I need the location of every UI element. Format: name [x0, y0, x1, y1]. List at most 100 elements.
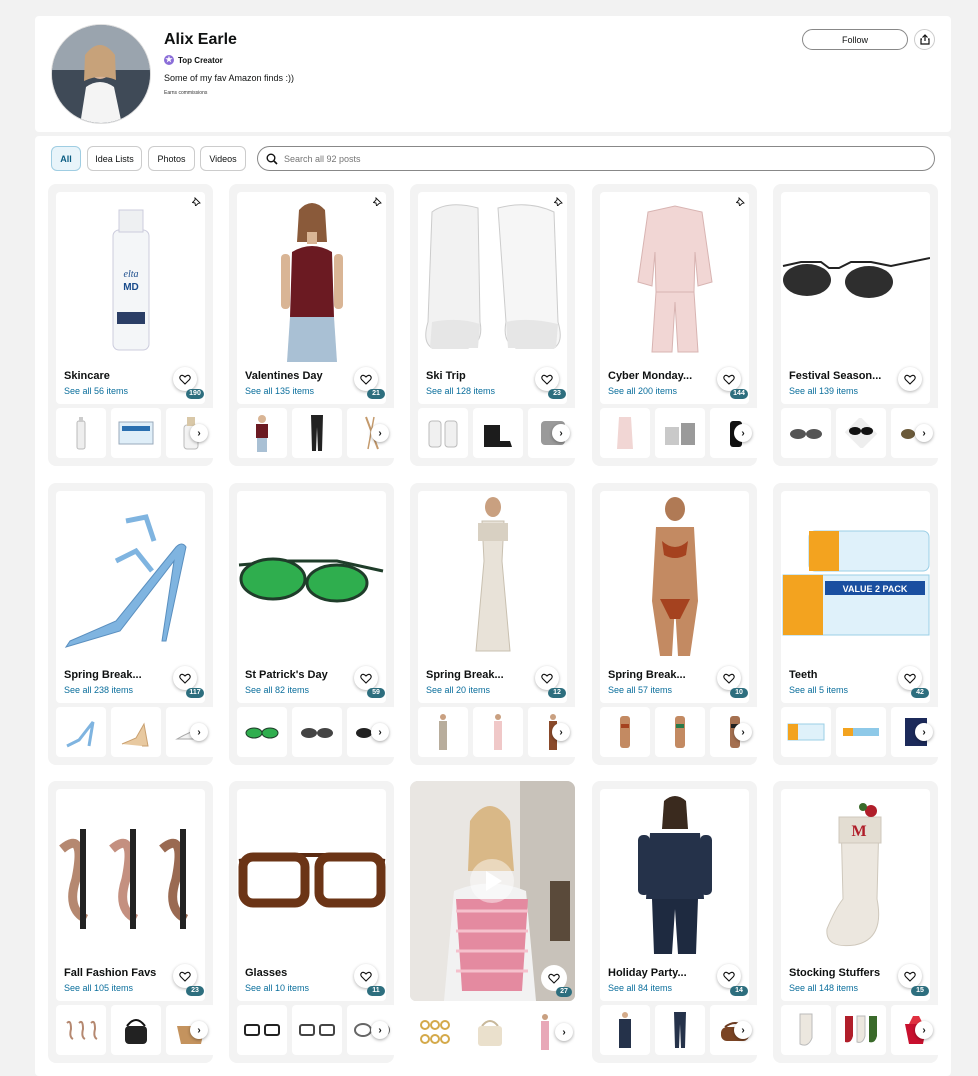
card-see-all-link[interactable]: See all 148 items [789, 983, 858, 993]
card-see-all-link[interactable]: See all 139 items [789, 386, 858, 396]
chevron-right-icon[interactable]: › [555, 1023, 573, 1041]
card-see-all-link[interactable]: See all 57 items [608, 685, 672, 695]
idea-list-card[interactable]: elta MD Skincare See all 56 items 190 › [48, 184, 213, 466]
idea-list-card[interactable]: Fall Fashion Favs See all 105 items 23 › [48, 781, 213, 1063]
idea-list-card[interactable]: St Patrick's Day See all 82 items 59 › [229, 483, 394, 765]
card-see-all-link[interactable]: See all 200 items [608, 386, 677, 396]
product-thumbnail[interactable] [600, 408, 650, 458]
idea-list-card[interactable]: Spring Break... See all 57 items 10 › [592, 483, 757, 765]
chevron-right-icon[interactable]: › [190, 723, 208, 741]
heart-icon[interactable] [173, 367, 197, 391]
card-see-all-link[interactable]: See all 105 items [64, 983, 133, 993]
product-thumbnail[interactable] [473, 408, 523, 458]
heart-icon[interactable] [173, 666, 197, 690]
chevron-right-icon[interactable]: › [371, 723, 389, 741]
product-thumbnail[interactable] [111, 1005, 161, 1055]
product-thumbnail[interactable] [781, 408, 831, 458]
product-thumbnail[interactable] [836, 707, 886, 757]
product-thumbnail[interactable] [111, 408, 161, 458]
chevron-right-icon[interactable]: › [915, 424, 933, 442]
idea-list-card[interactable]: Glasses See all 10 items 11 › [229, 781, 394, 1063]
heart-icon[interactable] [898, 964, 922, 988]
chevron-right-icon[interactable]: › [552, 723, 570, 741]
card-see-all-link[interactable]: See all 84 items [608, 983, 672, 993]
product-thumbnail[interactable] [292, 707, 342, 757]
search-input[interactable] [284, 153, 934, 164]
heart-icon[interactable] [535, 367, 559, 391]
product-thumbnail[interactable] [781, 1005, 831, 1055]
product-thumbnail[interactable] [836, 408, 886, 458]
heart-icon[interactable] [898, 367, 922, 391]
card-see-all-link[interactable]: See all 82 items [245, 685, 309, 695]
heart-icon[interactable] [535, 666, 559, 690]
product-thumbnail[interactable] [237, 707, 287, 757]
heart-icon[interactable] [354, 964, 378, 988]
product-thumbnail[interactable] [465, 1007, 515, 1057]
chevron-right-icon[interactable]: › [734, 1021, 752, 1039]
heart-icon[interactable] [898, 666, 922, 690]
product-thumbnail[interactable] [237, 1005, 287, 1055]
idea-list-card[interactable]: Valentines Day See all 135 items 21 › [229, 184, 394, 466]
product-thumbnail[interactable] [655, 408, 705, 458]
idea-list-card[interactable]: Cyber Monday... See all 200 items 144 › [592, 184, 757, 466]
card-see-all-link[interactable]: See all 5 items [789, 685, 848, 695]
product-thumbnail[interactable] [56, 707, 106, 757]
card-see-all-link[interactable]: See all 56 items [64, 386, 128, 396]
tab-videos[interactable]: Videos [200, 146, 246, 171]
chevron-right-icon[interactable]: › [371, 424, 389, 442]
product-thumbnail[interactable] [655, 707, 705, 757]
idea-list-card[interactable]: Ski Trip See all 128 items 23 › [410, 184, 575, 466]
heart-icon[interactable] [173, 964, 197, 988]
idea-list-card[interactable]: Festival Season... See all 139 items › [773, 184, 938, 466]
product-thumbnail[interactable] [600, 1005, 650, 1055]
idea-list-card[interactable]: VALUE 2 PACK Teeth See all 5 items 42 › [773, 483, 938, 765]
card-title: Fall Fashion Favs [64, 967, 157, 979]
chevron-right-icon[interactable]: › [734, 723, 752, 741]
chevron-right-icon[interactable]: › [915, 723, 933, 741]
tab-photos[interactable]: Photos [148, 146, 195, 171]
product-thumbnail[interactable] [56, 1005, 106, 1055]
chevron-right-icon[interactable]: › [371, 1021, 389, 1039]
product-thumbnail[interactable] [292, 408, 342, 458]
heart-icon[interactable] [354, 367, 378, 391]
tab-all[interactable]: All [51, 146, 81, 171]
product-thumbnail[interactable] [418, 707, 468, 757]
product-thumbnail[interactable] [836, 1005, 886, 1055]
product-thumbnail[interactable] [292, 1005, 342, 1055]
product-thumbnail[interactable] [56, 408, 106, 458]
product-thumbnail[interactable] [655, 1005, 705, 1055]
heart-icon[interactable] [717, 367, 741, 391]
card-see-all-link[interactable]: See all 128 items [426, 386, 495, 396]
video-post-card[interactable]: 27 › [410, 781, 575, 1063]
card-title: Spring Break... [64, 669, 142, 681]
search-bar[interactable] [257, 146, 935, 171]
earns-commissions-note: Earns commissions [164, 90, 208, 96]
chevron-right-icon[interactable]: › [190, 424, 208, 442]
chevron-right-icon[interactable]: › [734, 424, 752, 442]
product-thumbnail[interactable] [410, 1007, 460, 1057]
heart-icon[interactable] [354, 666, 378, 690]
share-button[interactable] [914, 29, 935, 50]
idea-list-card[interactable]: Spring Break... See all 238 items 117 › [48, 483, 213, 765]
card-see-all-link[interactable]: See all 20 items [426, 685, 490, 695]
idea-list-card[interactable]: Spring Break... See all 20 items 12 › [410, 483, 575, 765]
product-thumbnail[interactable] [473, 707, 523, 757]
chevron-right-icon[interactable]: › [552, 424, 570, 442]
idea-list-card[interactable]: M Stocking Stuffers See all 148 items 15… [773, 781, 938, 1063]
card-see-all-link[interactable]: See all 10 items [245, 983, 309, 993]
heart-icon[interactable] [717, 964, 741, 988]
follow-button[interactable]: Follow [802, 29, 908, 50]
product-thumbnail[interactable] [781, 707, 831, 757]
heart-icon[interactable] [717, 666, 741, 690]
product-thumbnail[interactable] [111, 707, 161, 757]
idea-list-card[interactable]: Holiday Party... See all 84 items 14 › [592, 781, 757, 1063]
chevron-right-icon[interactable]: › [190, 1021, 208, 1039]
product-thumbnail[interactable] [418, 408, 468, 458]
tab-idea-lists[interactable]: Idea Lists [87, 146, 142, 171]
chevron-right-icon[interactable]: › [915, 1021, 933, 1039]
card-see-all-link[interactable]: See all 238 items [64, 685, 133, 695]
product-thumbnail[interactable] [600, 707, 650, 757]
card-see-all-link[interactable]: See all 135 items [245, 386, 314, 396]
product-thumbnail[interactable] [237, 408, 287, 458]
avatar[interactable] [51, 24, 151, 124]
